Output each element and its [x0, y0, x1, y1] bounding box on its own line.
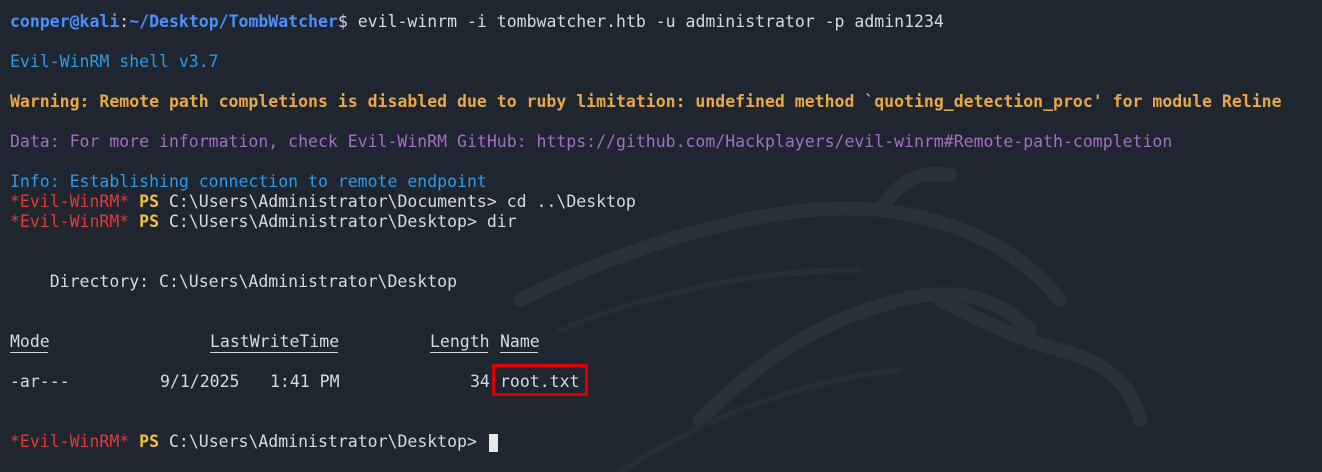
prompt-separator: : — [119, 12, 130, 31]
col-length-underline — [430, 352, 488, 353]
prompt-symbol: $ — [337, 12, 348, 31]
ps-prompt-line-2: *Evil-WinRM* PS C:\Users\Administrator\D… — [10, 212, 517, 232]
row-length: 34 — [470, 372, 490, 391]
prompt-host: kali — [79, 12, 120, 31]
highlight-box — [492, 364, 588, 396]
evil-winrm-tag: *Evil-WinRM* — [10, 212, 130, 231]
text-cursor — [488, 433, 498, 452]
table-header: Mode LastWriteTime Length Name — [10, 332, 1310, 353]
prompt-user: conper — [10, 12, 70, 31]
col-lastwritetime: LastWriteTime — [210, 332, 340, 351]
row-date: 9/1/2025 — [160, 372, 240, 391]
info-message: Info: Establishing connection to remote … — [10, 172, 487, 191]
ps-command: dir — [476, 212, 517, 231]
row-time: 1:41 PM — [270, 372, 340, 391]
ps-label: PS — [139, 192, 160, 211]
ps-path: C:\Users\Administrator\Desktop> — [168, 432, 477, 451]
col-length: Length — [430, 332, 490, 351]
evil-winrm-tag: *Evil-WinRM* — [10, 432, 130, 451]
ps-prompt-line-1: *Evil-WinRM* PS C:\Users\Administrator\D… — [10, 192, 636, 212]
ps-command: cd ..\Desktop — [496, 192, 636, 211]
row-mode: -ar--- — [10, 372, 70, 391]
terminal-window[interactable]: { "line1": { "user": "conper", "at": "@"… — [0, 0, 1322, 472]
prompt-path: ~/Desktop/TombWatcher — [129, 12, 338, 31]
ps-label: PS — [139, 212, 160, 231]
directory-heading: Directory: C:\Users\Administrator\Deskto… — [10, 272, 458, 291]
col-name: Name — [500, 332, 540, 351]
shell-prompt-line: conper@kali:~/Desktop/TombWatcher$ evil-… — [10, 12, 944, 32]
ps-path: C:\Users\Administrator\Documents> — [168, 192, 497, 211]
col-lastwritetime-underline — [210, 352, 338, 353]
shell-command: evil-winrm -i tombwatcher.htb -u adminis… — [347, 12, 944, 31]
col-name-underline — [500, 352, 538, 353]
prompt-at: @ — [69, 12, 80, 31]
col-mode: Mode — [10, 332, 50, 351]
evil-winrm-tag: *Evil-WinRM* — [10, 192, 130, 211]
table-row: -ar--- 9/1/2025 1:41 PM 34 root.txt — [10, 364, 1310, 396]
ps-label: PS — [139, 432, 160, 451]
winrm-banner: Evil-WinRM shell v3.7 — [10, 52, 219, 71]
warning-message: Warning: Remote path completions is disa… — [10, 92, 1282, 111]
ps-prompt-line-3[interactable]: *Evil-WinRM* PS C:\Users\Administrator\D… — [10, 432, 498, 452]
col-mode-underline — [10, 352, 48, 353]
ps-path: C:\Users\Administrator\Desktop> — [168, 212, 477, 231]
data-message: Data: For more information, check Evil-W… — [10, 132, 1173, 151]
